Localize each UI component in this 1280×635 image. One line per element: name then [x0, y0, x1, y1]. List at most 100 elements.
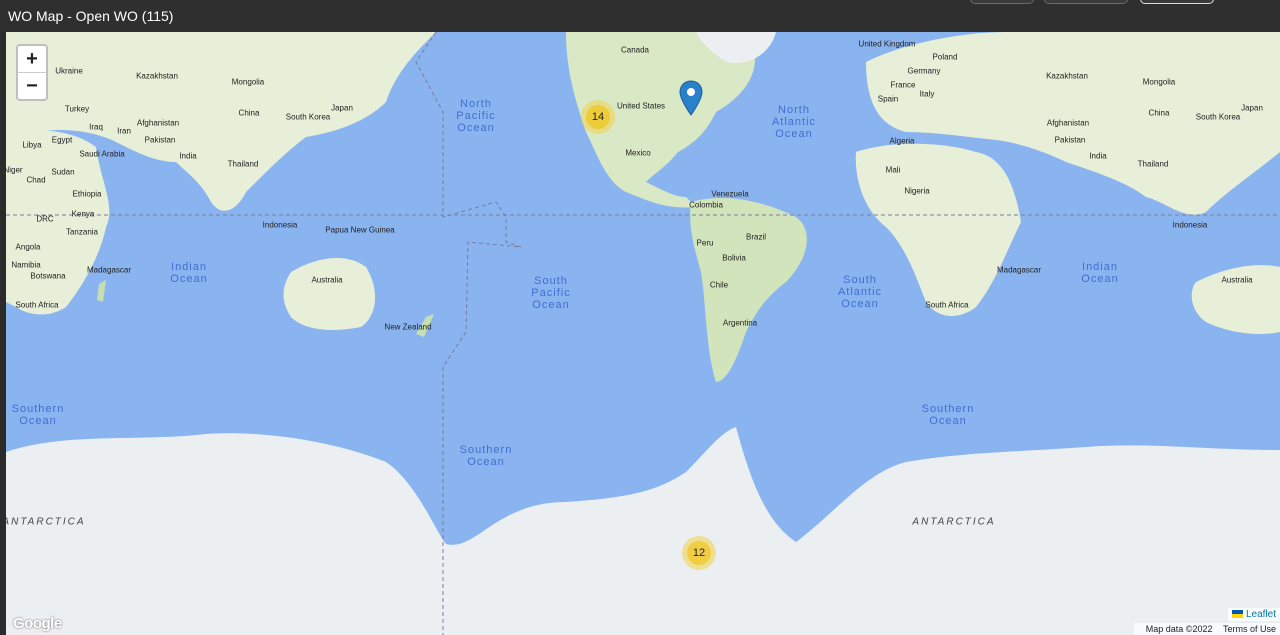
country-label: Venezuela — [711, 189, 749, 199]
country-label: Indonesia — [1172, 220, 1208, 230]
marker-cluster[interactable]: 14 — [581, 100, 615, 134]
country-label: Sudan — [51, 167, 75, 177]
country-label: Chad — [26, 175, 46, 185]
toolbar-button[interactable] — [1044, 0, 1128, 4]
country-label: South Africa — [15, 300, 59, 310]
country-label: Colombia — [689, 200, 723, 210]
terms-link[interactable]: Terms of Use — [1223, 624, 1276, 634]
country-label: Papua New Guinea — [325, 225, 395, 235]
country-label: Algeria — [889, 136, 915, 146]
map-pin-icon[interactable] — [679, 80, 703, 116]
country-label: Ethiopia — [72, 189, 102, 199]
country-label: Turkey — [64, 104, 90, 114]
country-label: Pakistan — [144, 135, 176, 145]
cluster-count: 12 — [687, 541, 711, 565]
country-label: Botswana — [30, 271, 66, 281]
country-label: Mexico — [625, 148, 651, 158]
country-label: Nigeria — [904, 186, 930, 196]
google-logo: Google — [13, 615, 62, 632]
country-label: Egypt — [51, 135, 73, 145]
country-label: Spain — [877, 94, 899, 104]
country-label: Italy — [919, 89, 935, 99]
antarctica-label-east: ANTARCTICA — [912, 516, 996, 528]
ocean-label-north-pacific: North Pacific Ocean — [456, 98, 496, 134]
ocean-label-south-atlantic: South Atlantic Ocean — [837, 274, 883, 310]
zoom-out-button[interactable]: − — [18, 73, 46, 99]
madagascar-shape — [97, 280, 106, 302]
country-label: United Kingdom — [858, 39, 916, 49]
country-label: Thailand — [1137, 159, 1169, 169]
country-label: Madagascar — [86, 265, 132, 275]
country-label: DRC — [36, 214, 54, 224]
country-label: Afghanistan — [1046, 118, 1090, 128]
ocean-label-north-atlantic: North Atlantic Ocean — [771, 104, 817, 140]
country-label: France — [890, 80, 916, 90]
country-label: Bolivia — [722, 253, 746, 263]
country-label: Thailand — [227, 159, 259, 169]
ukraine-flag-icon — [1231, 610, 1243, 619]
antarctica-shape — [6, 427, 1280, 635]
leaflet-attribution[interactable]: Leaflet — [1227, 608, 1280, 621]
ocean-label-southern-center: Southern Ocean — [459, 444, 513, 468]
ocean-label-southern-east: Southern Ocean — [921, 403, 975, 427]
country-label: Saudi Arabia — [79, 149, 125, 159]
country-label: Angola — [15, 242, 41, 252]
ocean-label-southern-west: Southern Ocean — [11, 403, 65, 427]
zoom-in-button[interactable]: + — [18, 46, 46, 73]
country-label: India — [179, 151, 197, 161]
country-label: Tanzania — [65, 227, 99, 237]
country-label: China — [238, 108, 260, 118]
country-label: Mali — [885, 165, 901, 175]
country-label: Mongolia — [231, 77, 265, 87]
window-titlebar: WO Map - Open WO (115) — [0, 0, 1280, 32]
map-attribution: Map data ©2022 Terms of Use — [1133, 623, 1280, 635]
antarctica-label-west: ANTARCTICA — [6, 516, 86, 528]
toolbar-button[interactable] — [970, 0, 1034, 4]
country-label: Poland — [932, 52, 958, 62]
map-data-text: Map data ©2022 — [1145, 624, 1213, 634]
country-label: Germany — [907, 66, 941, 76]
country-label: Chile — [709, 280, 729, 290]
country-label: Kazakhstan — [1046, 71, 1088, 81]
south-america-shape — [690, 197, 807, 382]
country-label: Japan — [331, 103, 353, 113]
country-label: Japan — [1241, 103, 1263, 113]
country-label: South Korea — [285, 112, 331, 122]
country-label: India — [1089, 151, 1107, 161]
ocean-label-south-pacific: South Pacific Ocean — [531, 275, 571, 311]
ocean-label-indian-east: Indian Ocean — [1081, 261, 1119, 285]
country-label: Afghanistan — [136, 118, 180, 128]
country-label: Peru — [696, 238, 714, 248]
country-label: Argentina — [722, 318, 758, 328]
country-label: Mongolia — [1142, 77, 1176, 87]
country-label: Kazakhstan — [136, 71, 178, 81]
country-label: Canada — [620, 45, 650, 55]
cluster-count: 14 — [586, 105, 610, 129]
country-label: Indonesia — [262, 220, 298, 230]
country-label: New Zealand — [384, 322, 432, 332]
zoom-control: + − — [16, 44, 48, 101]
country-label: Libya — [22, 140, 42, 150]
country-label: United States — [616, 101, 666, 111]
country-label: Kenya — [71, 209, 95, 219]
country-label: Australia — [1221, 275, 1253, 285]
window-title: WO Map - Open WO (115) — [8, 8, 174, 24]
country-label: Ukraine — [55, 66, 83, 76]
country-label: Iran — [117, 126, 131, 136]
country-label: Namibia — [11, 260, 41, 270]
map-canvas[interactable]: North Pacific Ocean North Atlantic Ocean… — [6, 32, 1280, 635]
country-label: Australia — [311, 275, 343, 285]
country-label: Niger — [6, 165, 23, 175]
toolbar-button[interactable] — [1140, 0, 1214, 4]
country-label: Madagascar — [996, 265, 1042, 275]
country-label: South Africa — [925, 300, 969, 310]
country-label: Pakistan — [1054, 135, 1086, 145]
australia-west-shape — [283, 257, 376, 330]
country-label: South Korea — [1195, 112, 1241, 122]
country-label: China — [1148, 108, 1170, 118]
country-label: Iraq — [89, 122, 103, 132]
ocean-label-indian-west: Indian Ocean — [170, 261, 208, 285]
leaflet-link[interactable]: Leaflet — [1246, 609, 1276, 620]
country-label: Brazil — [745, 232, 767, 242]
marker-cluster[interactable]: 12 — [682, 536, 716, 570]
